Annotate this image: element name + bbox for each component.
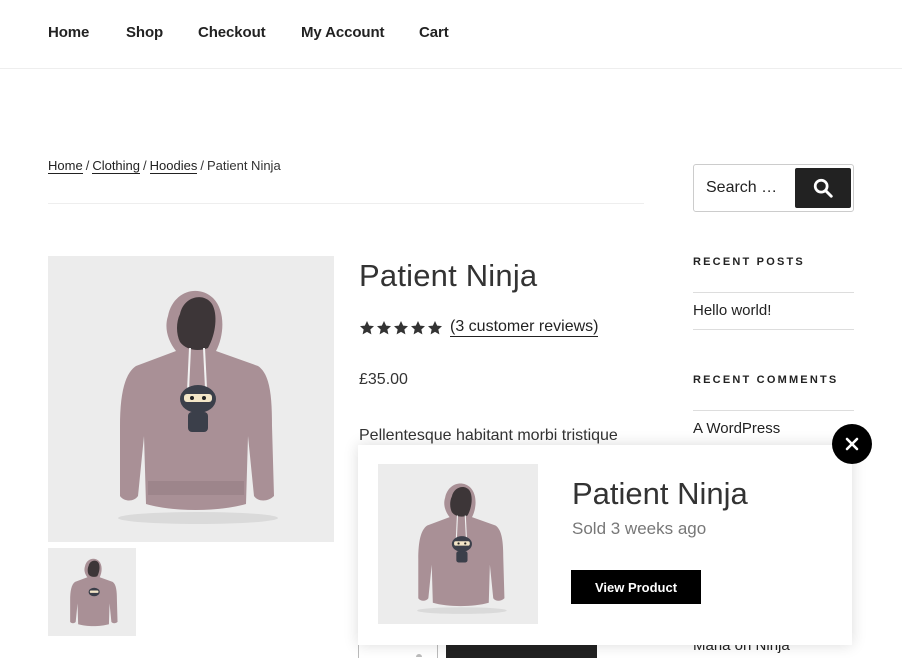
product-rating: (3 customer reviews) [359,318,599,337]
star-icon [377,320,391,334]
star-icon [411,320,425,334]
product-description: Pellentesque habitant morbi tristique [359,427,618,444]
hoodie-illustration [118,290,278,524]
sales-notification-popup: Patient Ninja Sold 3 weeks ago View Prod… [358,445,852,645]
popup-product-title[interactable]: Patient Ninja [572,476,748,512]
breadcrumb-divider [48,203,644,204]
search-form [693,164,854,212]
breadcrumb-separator: / [200,158,204,173]
breadcrumb-hoodies[interactable]: Hoodies [149,158,198,174]
product-price: £35.00 [359,371,408,388]
widget-divider [693,292,854,293]
product-title: Patient Ninja [359,258,538,293]
breadcrumb-home[interactable]: Home [48,158,83,174]
star-icon [428,320,442,334]
recent-comment-link[interactable]: A WordPress [693,420,780,437]
star-icon [360,320,374,334]
recent-comments-title: RECENT COMMENTS [693,374,839,386]
breadcrumb-separator: / [85,158,90,173]
product-main-image[interactable] [48,256,334,542]
quantity-stepper-icon [416,654,422,657]
top-navigation: Home Shop Checkout My Account Cart [0,0,902,69]
star-rating [359,320,443,336]
widget-divider [693,410,854,411]
popup-product-image[interactable] [378,464,538,624]
breadcrumb-separator: / [143,158,147,173]
widget-divider [693,329,854,330]
nav-shop[interactable]: Shop [126,24,163,41]
popup-close-button[interactable] [832,424,872,464]
close-icon [845,437,859,451]
hoodie-illustration [70,558,118,627]
breadcrumb: Home / Clothing / Hoodies / Patient Ninja [48,158,281,174]
nav-cart[interactable]: Cart [419,24,449,41]
product-thumbnail[interactable] [48,548,136,636]
hoodie-illustration [417,483,507,614]
search-input[interactable] [695,166,795,210]
nav-home[interactable]: Home [48,24,89,41]
reviews-link[interactable]: (3 customer reviews) [450,318,599,337]
nav-checkout[interactable]: Checkout [198,24,266,41]
recent-posts-title: RECENT POSTS [693,256,805,268]
popup-sold-time: Sold 3 weeks ago [572,519,707,538]
breadcrumb-clothing[interactable]: Clothing [92,158,141,174]
nav-my-account[interactable]: My Account [301,24,385,41]
breadcrumb-current: Patient Ninja [206,158,281,173]
view-product-button[interactable]: View Product [571,570,701,604]
star-icon [394,320,408,334]
recent-post-link[interactable]: Hello world! [693,302,771,319]
search-icon [813,178,833,198]
search-button[interactable] [795,168,851,208]
